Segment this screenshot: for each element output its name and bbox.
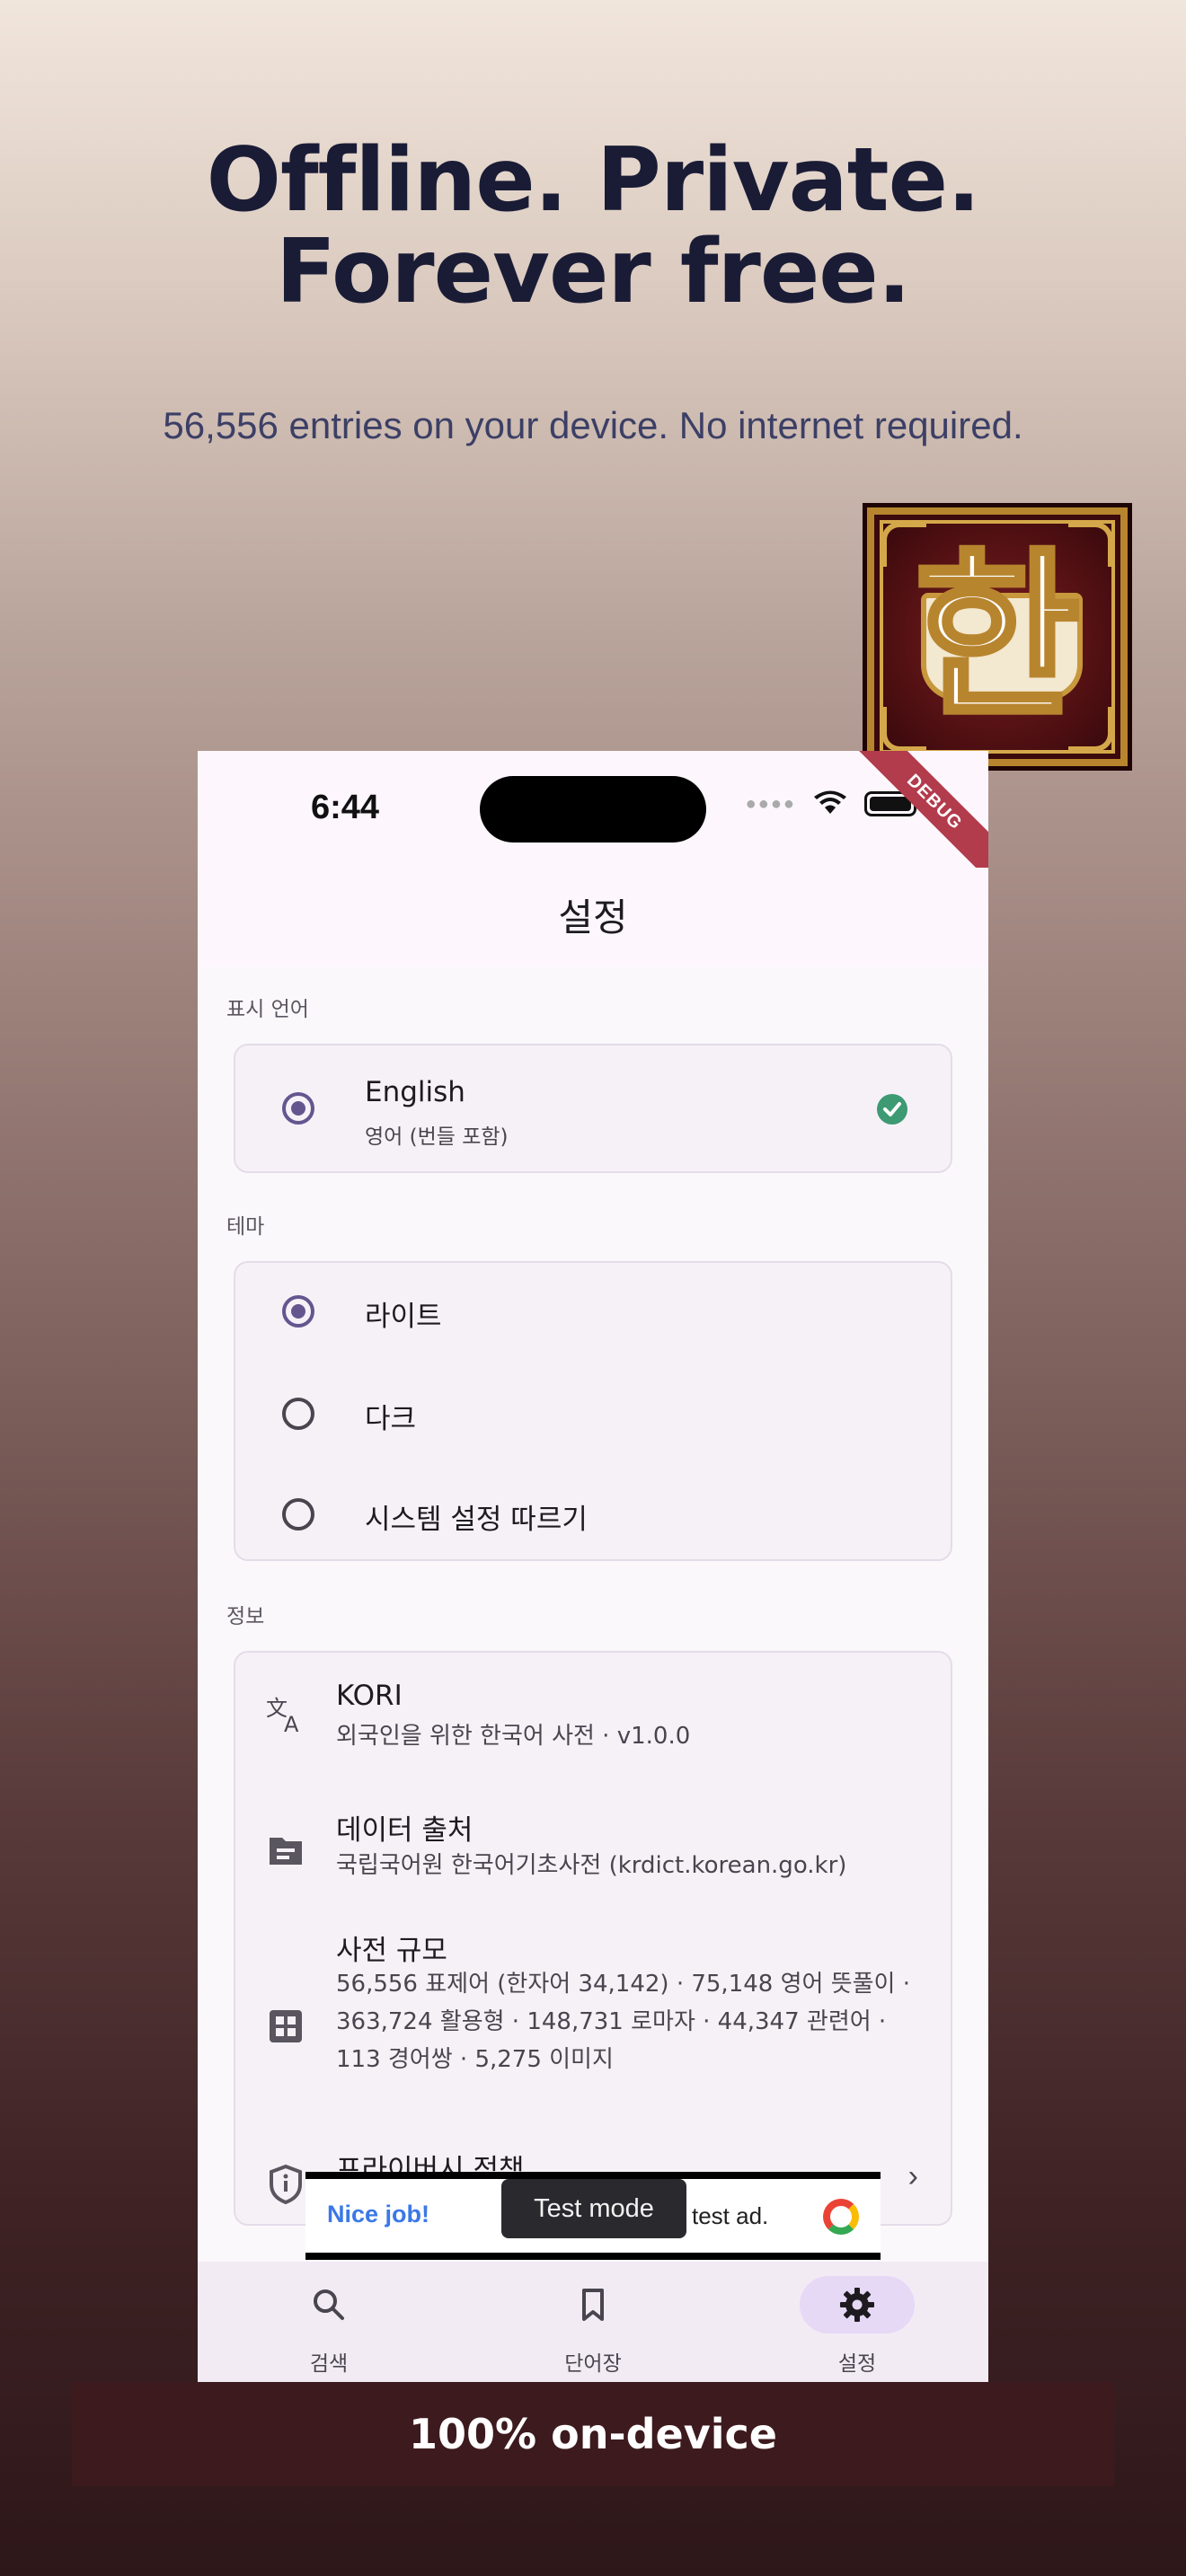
promo-headline: Offline. Private. Forever free.: [0, 135, 1186, 318]
nav-label-settings: 설정: [837, 2352, 877, 2376]
status-icons: ●●●●: [745, 790, 921, 817]
headline-line-2: Forever free.: [275, 221, 911, 323]
logo-glyph: 한: [912, 532, 1083, 744]
svg-text:A: A: [284, 1712, 299, 1735]
promo-footer-banner: 100% on-device: [72, 2382, 1114, 2486]
wifi-icon: [814, 790, 846, 814]
nav-label-search: 검색: [309, 2352, 349, 2376]
ad-logo-icon: [823, 2199, 859, 2235]
section-label-info: 정보: [226, 1605, 265, 1628]
headline-line-1: Offline. Private.: [206, 129, 981, 232]
app-logo: 한: [863, 503, 1132, 771]
dynamic-island: [480, 776, 706, 842]
language-sub: 영어 (번들 포함): [365, 1125, 509, 1149]
status-bar: 6:44 ●●●● DEBUG: [198, 751, 988, 891]
shield-icon: [270, 2164, 302, 2205]
info-sub-app: 외국인을 위한 한국어 사전 · v1.0.0: [336, 1723, 691, 1750]
radio-english[interactable]: [282, 1092, 314, 1125]
info-item-stats[interactable]: 사전 규모 56,556 표제어 (한자어 34,142) · 75,148 영…: [235, 1922, 951, 2111]
info-card: 文 A KORI 외국인을 위한 한국어 사전 · v1.0.0 데이터 출처 …: [234, 1651, 952, 2226]
theme-label-dark: 다크: [365, 1403, 417, 1435]
test-mode-toast: Test mode: [501, 2179, 686, 2238]
info-title-source: 데이터 출처: [336, 1814, 474, 1847]
theme-card: 라이트 다크 시스템 설정 따르기: [234, 1261, 952, 1561]
nav-label-wordbook: 단어장: [564, 2352, 622, 2376]
theme-option-dark[interactable]: 다크: [235, 1362, 951, 1460]
radio-light[interactable]: [282, 1295, 314, 1328]
nav-item-wordbook[interactable]: 단어장: [503, 2276, 683, 2376]
section-label-theme: 테마: [226, 1215, 265, 1239]
theme-option-light[interactable]: 라이트: [235, 1263, 951, 1362]
ad-text: test ad.: [692, 2202, 769, 2229]
bottom-nav: 검색 단어장 설정: [198, 2262, 988, 2382]
promo-subline: 56,556 entries on your device. No intern…: [163, 404, 1023, 446]
theme-label-system: 시스템 설정 따르기: [365, 1504, 588, 1536]
chevron-right-icon: ›: [907, 2159, 918, 2193]
gear-icon: [840, 2288, 874, 2322]
translate-icon: 文 A: [266, 1696, 299, 1735]
theme-option-system[interactable]: 시스템 설정 따르기: [235, 1462, 951, 1561]
check-icon: [877, 1094, 907, 1125]
info-item-app[interactable]: 文 A KORI 외국인을 위한 한국어 사전 · v1.0.0: [235, 1653, 951, 1769]
bookmark-icon: [582, 2289, 604, 2321]
radio-dark[interactable]: [282, 1398, 314, 1430]
section-label-language: 표시 언어: [226, 998, 309, 1021]
grid-icon: [270, 2010, 302, 2042]
page-title: 설정: [558, 895, 628, 940]
app-bar: 설정: [198, 868, 988, 966]
radio-system[interactable]: [282, 1498, 314, 1531]
info-sub-source: 국립국어원 한국어기초사전 (krdict.korean.go.kr): [336, 1852, 847, 1879]
nav-item-settings[interactable]: 설정: [767, 2276, 947, 2376]
info-sub-stats: 56,556 표제어 (한자어 34,142) · 75,148 영어 뜻풀이 …: [336, 1971, 910, 2073]
nav-item-search[interactable]: 검색: [239, 2276, 419, 2376]
info-item-source[interactable]: 데이터 출처 국립국어원 한국어기초사전 (krdict.korean.go.k…: [235, 1778, 951, 1904]
signal-icon: ●●●●: [745, 793, 796, 814]
ad-nice-job: Nice job!: [327, 2201, 430, 2228]
info-title-stats: 사전 규모: [336, 1935, 447, 1967]
language-label: English: [365, 1076, 465, 1108]
folder-icon: [270, 1838, 302, 1865]
language-option-english[interactable]: English 영어 (번들 포함): [235, 1045, 951, 1171]
theme-label-light: 라이트: [365, 1301, 442, 1333]
search-icon: [314, 2289, 344, 2320]
language-card: English 영어 (번들 포함): [234, 1044, 952, 1173]
info-title-app: KORI: [336, 1680, 403, 1712]
phone-screen: 6:44 ●●●● DEBUG 설정 표시 언어 English 영어 (번들 …: [198, 751, 988, 2382]
status-time: 6:44: [311, 789, 380, 826]
